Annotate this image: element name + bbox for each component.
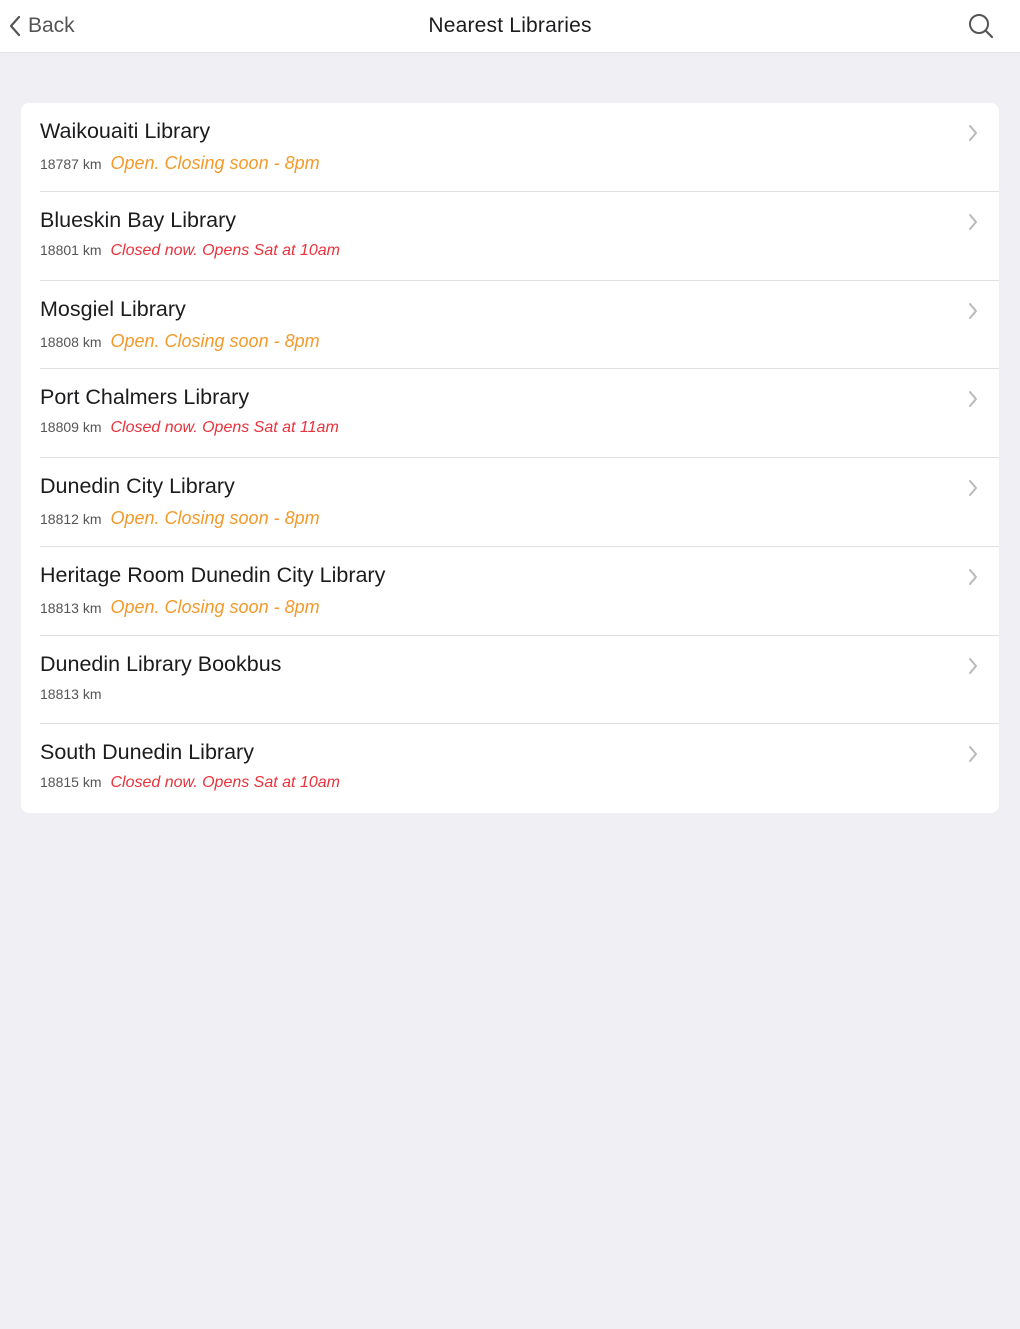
library-status: Closed now. Opens Sat at 11am	[110, 419, 339, 437]
library-name: Dunedin City Library	[40, 474, 235, 498]
library-list: Waikouaiti Library 18787 km Open. Closin…	[21, 103, 999, 813]
library-distance: 18813 km	[40, 599, 102, 616]
library-distance: 18808 km	[40, 333, 102, 350]
library-distance: 18815 km	[40, 774, 102, 791]
library-status: Closed now. Opens Sat at 10am	[110, 774, 340, 792]
list-item[interactable]: Port Chalmers Library 18809 km Closed no…	[21, 369, 999, 458]
library-status: Open. Closing soon - 8pm	[110, 330, 320, 351]
library-status: Open. Closing soon - 8pm	[110, 508, 320, 528]
chevron-right-icon	[967, 744, 979, 764]
chevron-right-icon	[967, 478, 979, 498]
search-icon	[966, 14, 996, 45]
chevron-right-icon	[967, 123, 979, 143]
library-distance: 18787 km	[40, 156, 102, 172]
navigation-bar: Back Nearest Libraries	[0, 0, 1020, 53]
library-distance: 18809 km	[40, 419, 102, 436]
list-item[interactable]: South Dunedin Library 18815 km Closed no…	[21, 724, 999, 813]
library-status: Open. Closing soon - 8pm	[110, 153, 320, 173]
library-status: Closed now. Opens Sat at 10am	[110, 241, 340, 259]
chevron-right-icon	[967, 212, 979, 232]
list-item[interactable]: Heritage Room Dunedin City Library 18813…	[21, 547, 999, 636]
chevron-right-icon	[967, 301, 979, 321]
list-item[interactable]: Blueskin Bay Library 18801 km Closed now…	[21, 192, 999, 281]
chevron-right-icon	[967, 656, 979, 676]
chevron-right-icon	[967, 389, 979, 409]
library-name: Blueskin Bay Library	[40, 207, 236, 232]
list-item[interactable]: Dunedin Library Bookbus 18813 km	[21, 636, 999, 725]
search-button[interactable]	[966, 11, 996, 41]
library-distance: 18801 km	[40, 241, 102, 258]
library-distance: 18813 km	[40, 685, 102, 702]
chevron-right-icon	[967, 567, 979, 587]
page-title: Nearest Libraries	[428, 14, 592, 37]
list-item[interactable]: Mosgiel Library 18808 km Open. Closing s…	[21, 281, 999, 370]
library-name: Mosgiel Library	[40, 296, 186, 321]
list-item[interactable]: Dunedin City Library 18812 km Open. Clos…	[21, 458, 999, 547]
library-name: Waikouaiti Library	[40, 119, 211, 143]
library-name: Heritage Room Dunedin City Library	[40, 562, 386, 587]
library-status: Open. Closing soon - 8pm	[110, 596, 320, 617]
library-name: Port Chalmers Library	[40, 385, 250, 410]
list-item[interactable]: Waikouaiti Library 18787 km Open. Closin…	[21, 103, 999, 192]
library-distance: 18812 km	[40, 511, 102, 527]
library-name: South Dunedin Library	[40, 740, 254, 765]
library-name: Dunedin Library Bookbus	[40, 651, 282, 676]
